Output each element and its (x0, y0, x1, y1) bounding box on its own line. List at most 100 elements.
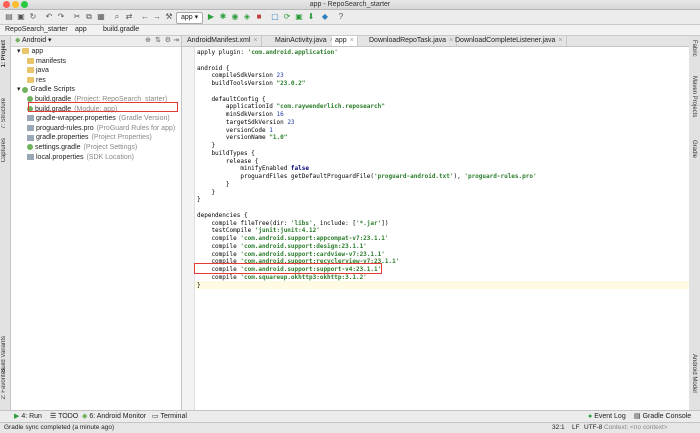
redo-icon[interactable]: ↷ (56, 12, 66, 22)
editor-tab[interactable]: MainActivity.java× (272, 36, 338, 46)
android-device-monitor-icon[interactable]: ▣ (294, 12, 304, 22)
project-panel: ◆ Android ▾ ⊕ ⇅ ⚙ ⇥ ▾ app manifests java re… (11, 36, 182, 410)
navigation-bar: RepoSearch_starter app build.gradle (0, 25, 700, 36)
tool-tab-android-model[interactable]: Android Model (691, 354, 697, 393)
breadcrumb-project[interactable]: RepoSearch_starter (2, 25, 71, 35)
tree-item[interactable]: proguard-rules.pro (ProGuard Rules for ap… (11, 124, 181, 134)
tree-item[interactable]: java (11, 66, 181, 76)
tree-item[interactable]: local.properties (SDK Location) (11, 153, 181, 163)
tree-item-hint: (Project Properties) (91, 134, 152, 142)
tree-item-label: app (31, 48, 44, 55)
copy-icon[interactable]: ⧉ (84, 12, 94, 22)
code-line: buildTypes { (197, 149, 255, 157)
avd-manager-icon[interactable]: ▢ (270, 12, 280, 22)
tool-tab-maven-projects[interactable]: Maven Projects (691, 76, 697, 117)
tool-tab-project[interactable]: 1: Project (1, 40, 7, 67)
code-line: } (197, 142, 216, 149)
code-line: applicationId "com.raywenderlich.reposea… (197, 103, 385, 111)
close-tab-icon[interactable]: × (253, 37, 257, 44)
right-tool-strip: Fabric Maven Projects Gradle Android Mod… (688, 36, 700, 410)
tool-run[interactable]: ▶ 4: Run (14, 411, 42, 422)
left-tool-strip: 1: Project 7: Structure Captures Build V… (0, 36, 11, 410)
replace-icon[interactable]: ⇄ (124, 12, 134, 22)
editor-tab[interactable]: DownloadRepoTask.java × (366, 36, 458, 46)
code-line: android { (197, 64, 230, 72)
code-editor[interactable]: apply plugin: 'com.android.application' a… (182, 47, 689, 410)
editor-tab[interactable]: app × (332, 36, 358, 46)
breadcrumb-module[interactable]: app (72, 25, 90, 35)
find-icon[interactable]: ⌕ (112, 12, 122, 22)
tree-item[interactable]: gradle.properties (Project Properties) (11, 133, 181, 143)
tree-item[interactable]: ▾ app (11, 47, 181, 57)
gradle-file-icon (27, 144, 33, 151)
close-tab-icon[interactable]: × (350, 37, 354, 44)
back-icon[interactable]: ← (140, 12, 150, 22)
tree-item-hint: (SDK Location) (86, 153, 134, 161)
tree-item[interactable]: res (11, 76, 181, 86)
undo-icon[interactable]: ↶ (44, 12, 54, 22)
code-line: buildToolsVersion "23.0.2" (197, 80, 306, 87)
sync-icon[interactable]: ↻ (28, 12, 38, 22)
settings-gear-icon[interactable]: ⚙ (165, 36, 171, 46)
code-line: apply plugin: 'com.android.application' (197, 49, 338, 56)
paste-icon[interactable]: ▦ (96, 12, 106, 22)
editor-tabs: AndroidManifest.xml×MainActivity.java×ap… (182, 36, 689, 47)
tree-item[interactable]: manifests (11, 57, 181, 67)
tree-item-hint: (ProGuard Rules for app) (96, 124, 176, 132)
code-line: proguardFiles getDefaultProguardFile('pr… (197, 173, 537, 180)
tree-item[interactable]: settings.gradle (Project Settings) (11, 143, 181, 153)
tool-gradle-console[interactable]: ▤ Gradle Console (634, 411, 691, 422)
coverage-icon[interactable]: ◉ (230, 12, 240, 22)
editor-tab-label: app (335, 37, 347, 44)
code-line: } (197, 281, 201, 289)
tree-item-label: manifests (36, 57, 66, 65)
tool-tab-structure[interactable]: 7: Structure (1, 98, 7, 129)
sdk-manager-icon[interactable]: ⬇ (306, 12, 316, 22)
save-icon[interactable]: ▣ (16, 12, 26, 22)
collapse-all-icon[interactable]: ⇅ (155, 36, 161, 46)
project-view-selector[interactable]: ◆ Android ▾ ⊕ ⇅ ⚙ ⇥ (11, 36, 181, 47)
tool-terminal[interactable]: ▭ Terminal (152, 411, 187, 422)
code-line: compile 'com.squareup.okhttp3:okhttp:3.1… (197, 273, 367, 281)
editor-tab-label: MainActivity.java (275, 37, 327, 44)
sync-gradle-icon[interactable]: ⟳ (282, 12, 292, 22)
editor-tab[interactable]: DownloadCompleteListener.java × (452, 36, 567, 46)
help-icon[interactable]: ? (336, 12, 346, 22)
make-project-icon[interactable]: ⚒ (164, 12, 174, 22)
android-icon[interactable]: ◆ (320, 12, 330, 22)
code-line: compileSdkVersion 23 (197, 72, 284, 80)
run-icon[interactable]: ▶ (206, 12, 216, 22)
highlight-box (28, 102, 178, 112)
stop-icon[interactable]: ■ (254, 12, 264, 22)
editor-tab-label: AndroidManifest.xml (187, 37, 251, 44)
tool-tab-favorites[interactable]: 2: Favorites (1, 368, 7, 399)
tree-item-label: java (36, 67, 49, 75)
breadcrumb-file[interactable]: build.gradle (100, 25, 142, 35)
tool-event-log[interactable]: ● Event Log (588, 411, 626, 422)
scroll-from-source-icon[interactable]: ⊕ (145, 36, 151, 46)
tool-tab-gradle[interactable]: Gradle (691, 140, 697, 158)
debug-icon[interactable]: ✱ (218, 12, 228, 22)
open-folder-icon[interactable]: ▤ (4, 12, 14, 22)
close-tab-icon[interactable]: × (558, 37, 562, 44)
attach-debugger-icon[interactable]: ◈ (242, 12, 252, 22)
editor-tab[interactable]: AndroidManifest.xml × (184, 36, 262, 46)
tool-android-monitor[interactable]: ◆ 6: Android Monitor (82, 411, 146, 422)
code-line: defaultConfig { (197, 95, 266, 103)
cut-icon[interactable]: ✂ (72, 12, 82, 22)
tree-item-label: gradle.properties (36, 134, 89, 142)
code-line: minifyEnabled false (197, 165, 309, 173)
tree-item[interactable]: gradle-wrapper.properties (Gradle Version… (11, 114, 181, 124)
forward-icon[interactable]: → (152, 12, 162, 22)
hide-panel-icon[interactable]: ⇥ (173, 36, 179, 46)
run-configuration-select[interactable]: app ▾ (176, 12, 204, 24)
tool-tab-captures[interactable]: Captures (1, 138, 7, 162)
tree-item[interactable]: ▾ Gradle Scripts (11, 85, 181, 95)
tool-tab-fabric[interactable]: Fabric (691, 40, 697, 57)
code-line: versionCode 1 (197, 126, 273, 134)
code-line: compile 'com.android.support:design:23.1… (197, 242, 367, 250)
code-line: } (197, 188, 216, 196)
tool-todo[interactable]: ☰ TODO (50, 411, 78, 422)
gradle-console-icon: ▤ (634, 413, 643, 420)
status-bar: Gradle sync completed (a minute ago) 32:… (0, 422, 700, 433)
